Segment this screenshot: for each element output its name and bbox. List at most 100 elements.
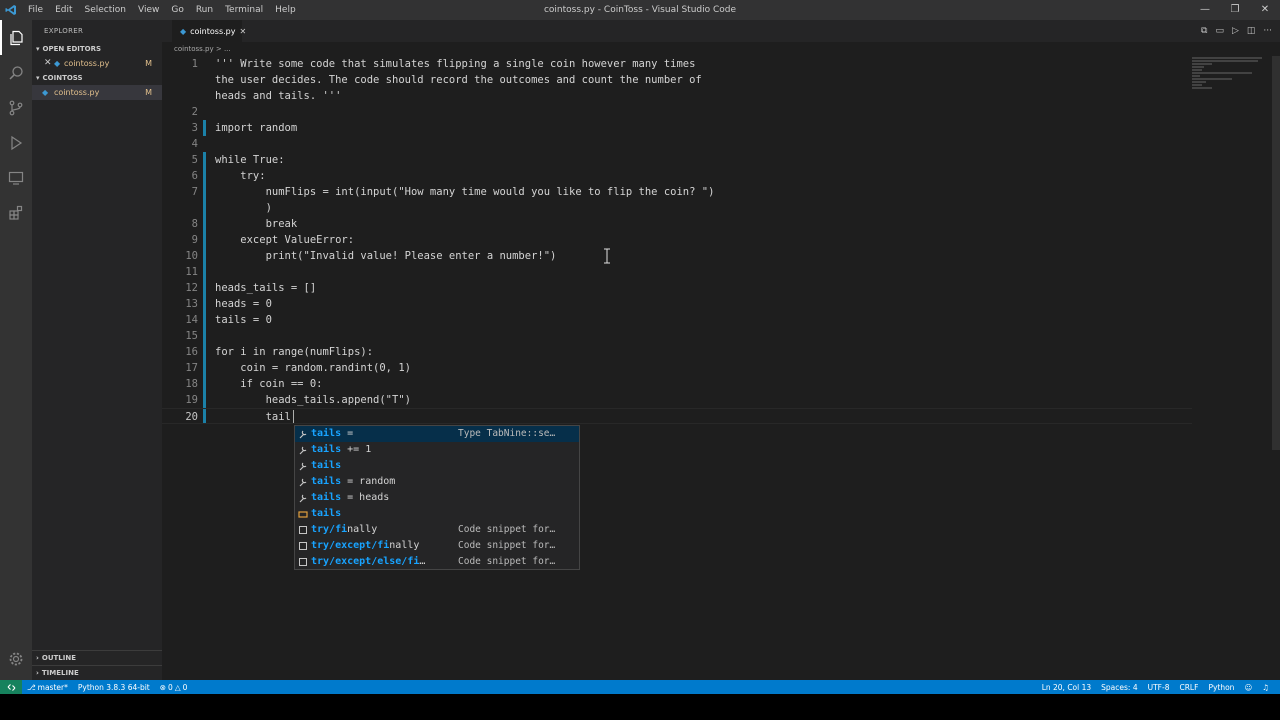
code-line: 15 xyxy=(185,330,198,342)
python-interpreter-status[interactable]: Python 3.8.3 64-bit xyxy=(73,683,155,692)
open-editor-item[interactable]: ✕ ◆ cointoss.py M xyxy=(32,56,162,71)
folder-section[interactable]: ▾ COINTOSS xyxy=(32,71,162,85)
suggestion-item[interactable]: try/except/else/fi… Code snippet for… xyxy=(295,554,579,570)
menu-file[interactable]: File xyxy=(22,0,49,20)
run-debug-icon[interactable] xyxy=(0,125,32,160)
open-editors-section[interactable]: ▾ OPEN EDITORS xyxy=(32,42,162,56)
cursor-position-status[interactable]: Ln 20, Col 13 xyxy=(1037,683,1096,692)
chevron-right-icon: › xyxy=(36,654,39,662)
current-code-line: 20 tail xyxy=(162,408,1192,424)
error-count: 0 xyxy=(168,682,173,692)
breadcrumb[interactable]: cointoss.py > ... xyxy=(162,42,1192,56)
code-editor[interactable]: 1 ''' Write some code that simulates flip… xyxy=(162,56,1192,680)
code-line: 17 coin = random.randint(0, 1) xyxy=(185,362,411,374)
remote-explorer-icon[interactable] xyxy=(0,160,32,195)
title-bar: File Edit Selection View Go Run Terminal… xyxy=(0,0,1280,20)
code-line: 9 except ValueError: xyxy=(191,234,355,246)
code-line: the user decides. The code should record… xyxy=(215,74,702,86)
code-line: 11 xyxy=(185,266,198,278)
run-file-icon[interactable]: ▷ xyxy=(1232,26,1239,36)
modified-badge: M xyxy=(145,88,152,97)
close-editor-icon[interactable]: ✕ xyxy=(44,56,54,71)
preview-icon[interactable]: ▭ xyxy=(1215,26,1224,36)
open-changes-icon[interactable]: ⧉ xyxy=(1201,26,1207,36)
minimap[interactable] xyxy=(1192,56,1272,96)
tabnine-icon xyxy=(297,445,309,455)
close-window-button[interactable]: ✕ xyxy=(1250,0,1280,20)
python-file-icon: ◆ xyxy=(42,88,49,97)
suggestion-item[interactable]: try/finally Code snippet for… xyxy=(295,522,579,538)
outline-label: OUTLINE xyxy=(41,654,77,662)
search-icon[interactable] xyxy=(0,55,32,90)
window-controls: — ❐ ✕ xyxy=(1190,0,1280,20)
code-line: 13 heads = 0 xyxy=(185,298,272,310)
warning-count: 0 xyxy=(182,682,188,692)
close-tab-icon[interactable]: ✕ xyxy=(239,27,246,36)
suggestion-item[interactable]: try/except/finally Code snippet for… xyxy=(295,538,579,554)
tabnine-icon xyxy=(297,429,309,439)
code-line: 3 import random xyxy=(191,122,298,134)
timeline-section[interactable]: › TIMELINE xyxy=(32,665,162,680)
vertical-scrollbar[interactable] xyxy=(1272,56,1280,450)
file-tree-filename: cointoss.py xyxy=(54,88,100,97)
python-file-icon: ◆ xyxy=(180,26,187,36)
remote-indicator-icon[interactable] xyxy=(0,680,22,694)
python-file-icon: ◆ xyxy=(54,59,61,68)
menu-bar: File Edit Selection View Go Run Terminal… xyxy=(22,0,302,20)
screen-bottom-band xyxy=(0,694,1280,720)
sidebar-bottom-panels: › OUTLINE › TIMELINE xyxy=(32,650,162,680)
problems-status[interactable]: ⊗ 0 △ 0 xyxy=(155,683,193,692)
notifications-bell-icon[interactable]: ♫ xyxy=(1257,683,1274,692)
feedback-icon[interactable]: ☺ xyxy=(1239,683,1257,692)
menu-run[interactable]: Run xyxy=(190,0,219,20)
source-control-icon[interactable] xyxy=(0,90,32,125)
activity-bar xyxy=(0,20,32,680)
explorer-sidebar: EXPLORER ▾ OPEN EDITORS ✕ ◆ cointoss.py … xyxy=(32,20,162,680)
git-branch-status[interactable]: ⎇ master* xyxy=(22,683,73,692)
extensions-icon[interactable] xyxy=(0,195,32,230)
folder-label: COINTOSS xyxy=(42,74,83,82)
editor-actions: ⧉ ▭ ▷ ◫ ··· xyxy=(1201,20,1272,42)
branch-name: master* xyxy=(37,682,68,692)
explorer-icon[interactable] xyxy=(0,20,32,55)
suggestion-item[interactable]: tails = Type TabNine::se… xyxy=(295,426,579,442)
code-line: 4 xyxy=(191,138,198,150)
editor-tab-bar: ◆ cointoss.py ✕ ⧉ ▭ ▷ ◫ ··· xyxy=(162,20,1280,42)
tabnine-icon xyxy=(297,493,309,503)
warning-icon: △ xyxy=(174,682,181,692)
suggestion-item[interactable]: tails = heads xyxy=(295,490,579,506)
menu-edit[interactable]: Edit xyxy=(49,0,78,20)
menu-selection[interactable]: Selection xyxy=(79,0,132,20)
code-line: 1 ''' Write some code that simulates flip… xyxy=(191,58,696,70)
more-actions-icon[interactable]: ··· xyxy=(1263,26,1272,36)
encoding-status[interactable]: UTF-8 xyxy=(1143,683,1175,692)
interpreter-label: Python 3.8.3 64-bit xyxy=(77,682,150,692)
suggestion-item[interactable]: tails = random xyxy=(295,474,579,490)
menu-help[interactable]: Help xyxy=(269,0,302,20)
menu-terminal[interactable]: Terminal xyxy=(219,0,269,20)
code-line: 8 break xyxy=(191,218,298,230)
split-editor-icon[interactable]: ◫ xyxy=(1247,26,1256,36)
code-line: 19 heads_tails.append("T") xyxy=(185,394,411,406)
outline-section[interactable]: › OUTLINE xyxy=(32,650,162,665)
file-tree-item[interactable]: ◆ cointoss.py M xyxy=(32,85,162,100)
open-editor-filename: cointoss.py xyxy=(64,59,110,68)
snippet-icon xyxy=(297,557,309,567)
restore-button[interactable]: ❐ xyxy=(1220,0,1250,20)
chevron-down-icon: ▾ xyxy=(36,74,40,82)
eol-status[interactable]: CRLF xyxy=(1174,683,1203,692)
minimize-button[interactable]: — xyxy=(1190,0,1220,20)
code-line: 7 numFlips = int(input("How many time wo… xyxy=(191,186,715,198)
suggestion-item[interactable]: tails += 1 xyxy=(295,442,579,458)
settings-gear-icon[interactable] xyxy=(0,641,32,676)
text-cursor xyxy=(293,410,294,423)
menu-view[interactable]: View xyxy=(132,0,165,20)
language-mode-status[interactable]: Python xyxy=(1203,683,1239,692)
editor-tab-cointoss[interactable]: ◆ cointoss.py ✕ xyxy=(172,20,246,42)
indentation-status[interactable]: Spaces: 4 xyxy=(1096,683,1142,692)
code-line: 6 try: xyxy=(191,170,266,182)
suggestion-item[interactable]: tails xyxy=(295,458,579,474)
menu-go[interactable]: Go xyxy=(165,0,189,20)
code-line: ) xyxy=(215,202,272,214)
suggestion-item[interactable]: tails xyxy=(295,506,579,522)
